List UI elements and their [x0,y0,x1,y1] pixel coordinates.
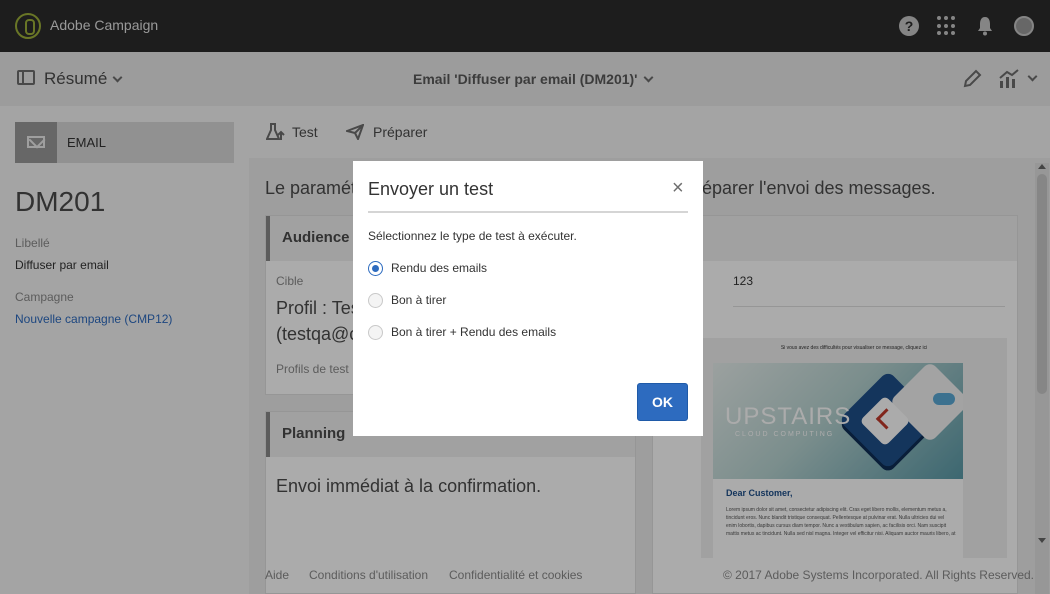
dialog-instruction: Sélectionnez le type de test à exécuter. [368,229,577,243]
radio-label[interactable]: Bon à tirer [391,293,446,307]
radio-option-rendering[interactable]: Rendu des emails [368,260,487,276]
dialog-title: Envoyer un test [368,179,494,199]
radio-label[interactable]: Rendu des emails [391,261,487,275]
radio-button[interactable] [368,324,383,340]
ok-button[interactable]: OK [637,383,688,421]
radio-label[interactable]: Bon à tirer + Rendu des emails [391,325,556,339]
close-icon[interactable]: × [672,178,684,198]
radio-option-proof-and-rendering[interactable]: Bon à tirer + Rendu des emails [368,324,556,340]
radio-button[interactable] [368,260,383,276]
send-test-dialog: Envoyer un test × Sélectionnez le type d… [353,161,703,436]
radio-button[interactable] [368,292,383,308]
radio-option-proof[interactable]: Bon à tirer [368,292,446,308]
dialog-divider [368,211,688,213]
